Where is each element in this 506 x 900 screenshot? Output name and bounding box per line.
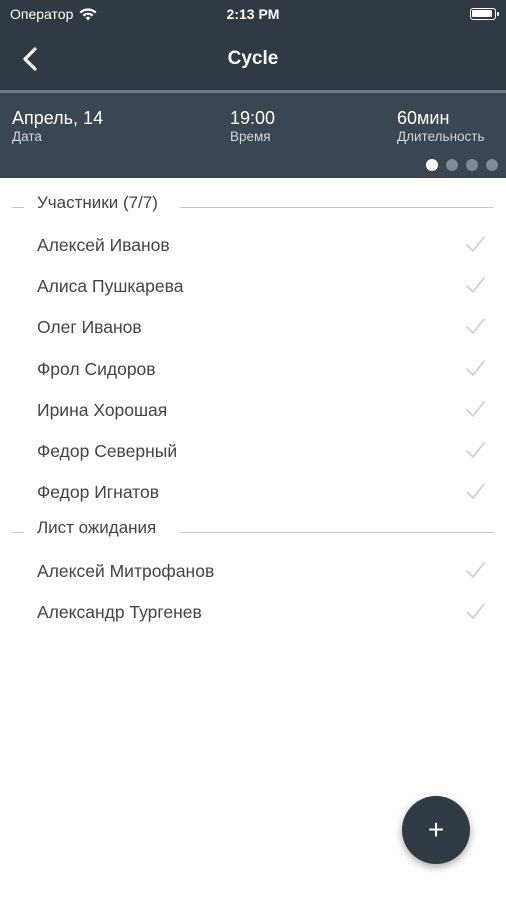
checkmark-icon[interactable]	[464, 439, 486, 461]
status-bar: Оператор 2:13 PM	[0, 0, 506, 28]
nav-bar: Cycle	[0, 38, 506, 82]
page-title: Cycle	[227, 48, 279, 69]
time-value: 19:00	[230, 108, 276, 128]
page-dot[interactable]	[426, 159, 438, 171]
checkmark-icon[interactable]	[464, 398, 486, 420]
list-item[interactable]: Ирина Хорошая	[0, 390, 506, 430]
info-date: Апрель, 14 Дата	[12, 107, 103, 145]
member-name: Фрол Сидоров	[37, 358, 156, 379]
participants-header: Участники (7/7)	[0, 193, 506, 223]
battery-icon	[470, 8, 499, 20]
checkmark-icon[interactable]	[464, 315, 486, 337]
checkmark-icon[interactable]	[464, 274, 486, 296]
list-item[interactable]: Олег Иванов	[0, 307, 506, 347]
list-item[interactable]: Алексей Митрофанов	[0, 551, 506, 591]
add-button[interactable]: +	[402, 796, 470, 864]
list-item[interactable]: Алексей Иванов	[0, 225, 506, 265]
member-name: Федор Игнатов	[37, 482, 160, 503]
time-label: Время	[230, 129, 271, 144]
page-dot[interactable]	[486, 159, 498, 171]
info-duration: 60мин Длительность	[397, 107, 485, 145]
section-tick	[12, 207, 24, 208]
waitlist-header: Лист ожидания	[0, 518, 506, 548]
list-item[interactable]: Алиса Пушкарева	[0, 266, 506, 306]
plus-icon: +	[427, 814, 445, 845]
checkmark-icon[interactable]	[464, 480, 486, 502]
checkmark-icon[interactable]	[464, 357, 486, 379]
app-header: Оператор 2:13 PM Cycle	[0, 0, 506, 90]
page-dot[interactable]	[466, 159, 478, 171]
checkmark-icon[interactable]	[464, 559, 486, 581]
page-indicator[interactable]	[426, 159, 498, 171]
member-name: Александр Тургенев	[37, 602, 202, 623]
checkmark-icon[interactable]	[464, 233, 486, 255]
participants-title: Участники (7/7)	[37, 193, 170, 213]
checkmark-icon[interactable]	[464, 600, 486, 622]
duration-label: Длительность	[397, 129, 485, 144]
member-name: Алексей Иванов	[37, 235, 170, 255]
status-time: 2:13 PM	[226, 6, 280, 22]
info-time: 19:00 Время	[230, 107, 275, 145]
waitlist-title: Лист ожидания	[37, 518, 169, 538]
section-divider	[180, 207, 494, 208]
date-label: Дата	[12, 129, 42, 144]
member-name: Федор Северный	[37, 441, 178, 461]
section-divider	[180, 532, 494, 533]
section-tick	[12, 532, 24, 533]
list-item[interactable]: Александр Тургенев	[0, 592, 506, 632]
list-item[interactable]: Федор Игнатов	[0, 472, 506, 512]
page-dot[interactable]	[446, 159, 458, 171]
duration-value: 60мин	[397, 108, 450, 128]
date-value: Апрель, 14	[12, 108, 104, 128]
member-name: Алиса Пушкарева	[37, 276, 184, 297]
member-name: Ирина Хорошая	[37, 399, 168, 420]
member-name: Алексей Митрофанов	[37, 561, 215, 581]
member-name: Олег Иванов	[37, 317, 142, 338]
list-item[interactable]: Федор Северный	[0, 431, 506, 471]
list-item[interactable]: Фрол Сидоров	[0, 349, 506, 389]
session-info-bar[interactable]: Апрель, 14 Дата 19:00 Время 60мин Длител…	[0, 90, 506, 178]
